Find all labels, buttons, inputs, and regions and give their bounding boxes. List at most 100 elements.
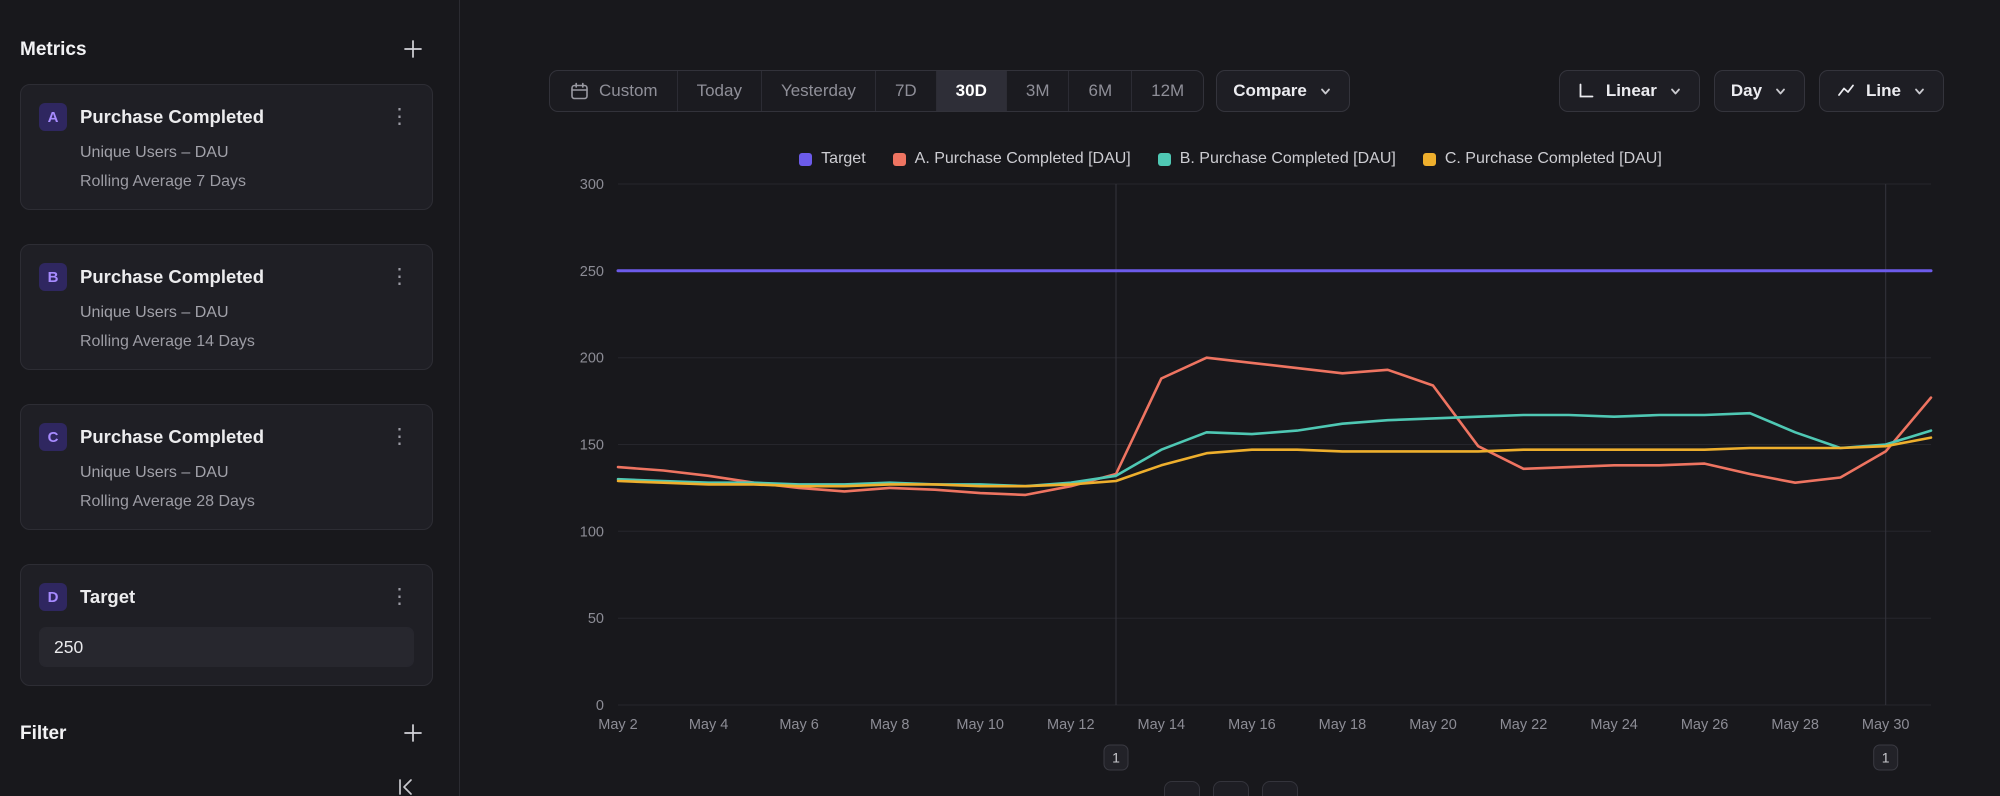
legend-swatch — [1423, 153, 1436, 166]
metric-title: Purchase Completed — [80, 426, 385, 448]
chart-legend: Target A. Purchase Completed [DAU] B. Purc… — [461, 148, 2000, 170]
metric-rolling-average: Rolling Average 14 Days — [80, 333, 414, 351]
series-a — [618, 358, 1931, 495]
metrics-sidebar: Metrics A Purchase Completed ⋮ Unique Us… — [0, 0, 460, 796]
svg-text:May 2: May 2 — [598, 717, 638, 733]
chart-panel: CustomTodayYesterday7D30D3M6M12M Compare… — [461, 0, 2000, 796]
metric-rolling-average: Rolling Average 7 Days — [80, 173, 414, 191]
svg-text:May 30: May 30 — [1862, 717, 1910, 733]
scale-select-button[interactable]: Linear — [1559, 70, 1700, 112]
annotation-badge[interactable]: 1 — [1874, 745, 1898, 770]
chart-footer-button-1[interactable] — [1164, 781, 1200, 796]
chart-footer-button-3[interactable] — [1262, 781, 1298, 796]
legend-label: C. Purchase Completed [DAU] — [1445, 150, 1662, 168]
linear-scale-icon — [1576, 81, 1596, 101]
target-card[interactable]: D Target ⋮ — [20, 564, 433, 686]
chart-footer-button-2[interactable] — [1213, 781, 1249, 796]
date-range-custom[interactable]: Custom — [550, 71, 677, 111]
metrics-title: Metrics — [20, 39, 87, 61]
svg-text:300: 300 — [580, 177, 604, 193]
metric-rolling-average: Rolling Average 28 Days — [80, 493, 414, 511]
date-range-3m[interactable]: 3M — [1006, 71, 1069, 111]
metric-card-c[interactable]: C Purchase Completed ⋮ Unique Users – DA… — [20, 404, 433, 530]
chevron-down-icon — [1318, 84, 1333, 99]
legend-label: A. Purchase Completed [DAU] — [915, 150, 1131, 168]
svg-text:0: 0 — [596, 698, 604, 714]
svg-text:200: 200 — [580, 351, 604, 367]
add-filter-button[interactable] — [399, 719, 427, 750]
filter-title: Filter — [20, 723, 66, 745]
metric-badge: C — [39, 423, 67, 451]
chevron-down-icon — [1773, 84, 1788, 99]
line-chart-icon — [1836, 81, 1856, 101]
metric-measurement: Unique Users – DAU — [80, 304, 414, 322]
kebab-menu-button[interactable]: ⋮ — [385, 109, 414, 125]
metric-card-a[interactable]: A Purchase Completed ⋮ Unique Users – DA… — [20, 84, 433, 210]
metric-title: Purchase Completed — [80, 106, 385, 128]
legend-item[interactable]: B. Purchase Completed [DAU] — [1158, 150, 1396, 168]
svg-text:May 26: May 26 — [1681, 717, 1729, 733]
metric-title: Purchase Completed — [80, 266, 385, 288]
kebab-menu-button[interactable]: ⋮ — [385, 269, 414, 285]
legend-swatch — [893, 153, 906, 166]
svg-text:May 28: May 28 — [1771, 717, 1819, 733]
scale-label: Linear — [1606, 81, 1657, 101]
metric-card-b[interactable]: B Purchase Completed ⋮ Unique Users – DA… — [20, 244, 433, 370]
compare-button[interactable]: Compare — [1216, 70, 1350, 112]
date-range-yesterday[interactable]: Yesterday — [761, 71, 875, 111]
svg-text:May 22: May 22 — [1500, 717, 1548, 733]
svg-text:1: 1 — [1112, 750, 1120, 766]
filter-header: Filter — [20, 720, 433, 748]
calendar-icon — [569, 81, 590, 102]
svg-text:May 16: May 16 — [1228, 717, 1276, 733]
legend-item[interactable]: Target — [799, 150, 865, 168]
date-range-6m[interactable]: 6M — [1068, 71, 1131, 111]
legend-label: B. Purchase Completed [DAU] — [1180, 150, 1396, 168]
legend-item[interactable]: C. Purchase Completed [DAU] — [1423, 150, 1662, 168]
svg-text:May 24: May 24 — [1590, 717, 1638, 733]
plus-icon — [401, 37, 425, 64]
chart-canvas[interactable]: 05010015020025030011May 2May 4May 6May 8… — [461, 170, 2000, 792]
legend-label: Target — [821, 150, 865, 168]
svg-text:May 10: May 10 — [956, 717, 1004, 733]
svg-text:May 12: May 12 — [1047, 717, 1095, 733]
chart-type-label: Line — [1866, 81, 1901, 101]
kebab-menu-button[interactable]: ⋮ — [385, 429, 414, 445]
date-range-today[interactable]: Today — [677, 71, 761, 111]
metric-measurement: Unique Users – DAU — [80, 144, 414, 162]
svg-text:May 6: May 6 — [779, 717, 819, 733]
chart-options-group: Linear Day Line — [1559, 70, 1944, 112]
date-range-30d[interactable]: 30D — [936, 71, 1006, 111]
kebab-menu-button[interactable]: ⋮ — [385, 589, 414, 605]
svg-text:250: 250 — [580, 264, 604, 280]
add-metric-button[interactable] — [399, 35, 427, 66]
svg-text:May 14: May 14 — [1138, 717, 1186, 733]
date-range-7d[interactable]: 7D — [875, 71, 936, 111]
metric-badge: D — [39, 583, 67, 611]
collapse-sidebar-button[interactable] — [389, 772, 423, 796]
legend-item[interactable]: A. Purchase Completed [DAU] — [893, 150, 1131, 168]
svg-text:May 18: May 18 — [1319, 717, 1367, 733]
target-value-input[interactable] — [39, 627, 414, 667]
svg-text:May 20: May 20 — [1409, 717, 1457, 733]
chevron-down-icon — [1668, 84, 1683, 99]
date-range-12m[interactable]: 12M — [1131, 71, 1203, 111]
plus-icon — [401, 721, 425, 748]
metric-badge: B — [39, 263, 67, 291]
svg-text:1: 1 — [1882, 750, 1890, 766]
legend-swatch — [1158, 153, 1171, 166]
analytics-app: Metrics A Purchase Completed ⋮ Unique Us… — [0, 0, 2000, 796]
metric-badge: A — [39, 103, 67, 131]
metrics-header: Metrics — [20, 36, 433, 64]
chart-footer-actions — [461, 781, 2000, 796]
chart-area: 05010015020025030011May 2May 4May 6May 8… — [461, 170, 2000, 792]
metric-measurement: Unique Users – DAU — [80, 464, 414, 482]
svg-text:100: 100 — [580, 524, 604, 540]
target-title: Target — [80, 586, 385, 608]
chart-toolbar: CustomTodayYesterday7D30D3M6M12M Compare… — [549, 70, 1944, 112]
annotation-badge[interactable]: 1 — [1104, 745, 1128, 770]
collapse-sidebar-icon — [396, 778, 416, 796]
granularity-select-button[interactable]: Day — [1714, 70, 1805, 112]
compare-label: Compare — [1233, 81, 1307, 101]
chart-type-select-button[interactable]: Line — [1819, 70, 1944, 112]
